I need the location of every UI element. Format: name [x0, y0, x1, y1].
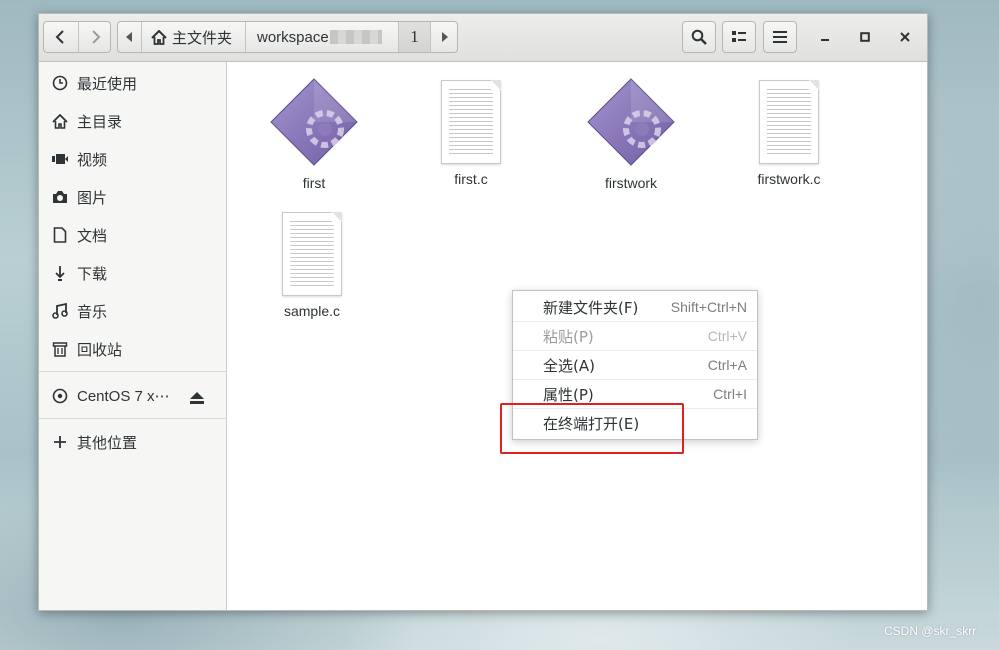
- annotation-highlight-box: [500, 403, 684, 454]
- file-item[interactable]: first: [254, 77, 374, 191]
- sidebar: 最近使用 主目录 视频 图片 文档 下载 音乐 回收站 CentOS 7 x⋯ …: [39, 62, 227, 610]
- header-bar: 主文件夹 workspace 1: [39, 14, 927, 62]
- menu-item-shortcut: Ctrl+A: [707, 357, 747, 373]
- minimize-button[interactable]: [812, 24, 838, 50]
- sidebar-item-downloads[interactable]: 下载: [51, 259, 107, 287]
- camera-icon: [51, 188, 69, 206]
- home-icon: [51, 112, 69, 130]
- trash-icon: [51, 340, 69, 358]
- sidebar-item-label: 下载: [77, 264, 108, 283]
- menu-item-shortcut: Shift+Ctrl+N: [670, 299, 747, 315]
- path-segment-label: 主文件夹: [172, 28, 233, 47]
- chevron-right-icon: [91, 30, 100, 44]
- sidebar-item-pictures[interactable]: 图片: [51, 183, 107, 211]
- file-name: sample.c: [283, 303, 341, 319]
- executable-icon: [270, 78, 358, 166]
- sidebar-item-other-locations[interactable]: 其他位置: [51, 428, 137, 456]
- sidebar-item-videos[interactable]: 视频: [51, 145, 107, 173]
- sidebar-item-label: CentOS 7 x⋯: [77, 388, 170, 405]
- path-scroll-right[interactable]: [431, 22, 457, 52]
- sidebar-item-documents[interactable]: 文档: [51, 221, 107, 249]
- text-file-icon: [441, 80, 501, 164]
- menu-item-shortcut: Ctrl+V: [707, 328, 747, 344]
- sidebar-item-label: 最近使用: [77, 74, 138, 93]
- sidebar-item-trash[interactable]: 回收站: [51, 335, 122, 363]
- redacted-mosaic: [329, 30, 382, 44]
- clock-icon: [51, 74, 69, 92]
- menu-item-new-folder[interactable]: 新建文件夹(F) Shift+Ctrl+N: [513, 293, 757, 322]
- search-button[interactable]: [682, 21, 716, 53]
- menu-item-label: 全选(A): [543, 356, 595, 375]
- sidebar-item-label: 回收站: [77, 340, 123, 359]
- view-toggle-button[interactable]: [722, 21, 756, 53]
- chevron-left-icon: [55, 30, 64, 44]
- path-scroll-left[interactable]: [118, 22, 142, 52]
- menu-button[interactable]: [763, 21, 797, 53]
- file-name: firstwork: [604, 175, 658, 191]
- sidebar-item-label: 其他位置: [77, 433, 138, 452]
- eject-button[interactable]: [190, 389, 206, 404]
- file-name: first.c: [454, 171, 488, 187]
- close-icon: [900, 32, 910, 42]
- video-icon: [51, 150, 69, 168]
- eject-icon: [190, 392, 204, 404]
- sidebar-separator: [39, 418, 227, 419]
- minimize-icon: [821, 39, 829, 41]
- maximize-icon: [860, 32, 870, 42]
- search-icon: [691, 29, 707, 45]
- executable-icon: [587, 78, 675, 166]
- triangle-left-icon: [126, 32, 132, 42]
- hamburger-menu-icon: [773, 31, 787, 43]
- download-icon: [51, 264, 69, 282]
- file-item[interactable]: firstwork: [571, 77, 691, 191]
- menu-item-shortcut: Ctrl+I: [713, 386, 747, 402]
- sidebar-item-label: 文档: [77, 226, 108, 245]
- menu-item-label: 属性(P): [543, 385, 594, 404]
- document-icon: [51, 226, 69, 244]
- plus-icon: [51, 433, 69, 451]
- disc-icon: [51, 387, 69, 405]
- file-item[interactable]: first.c: [411, 77, 531, 187]
- path-bar: 主文件夹 workspace 1: [117, 21, 458, 53]
- path-segment-current[interactable]: 1: [399, 22, 431, 52]
- close-button[interactable]: [892, 24, 918, 50]
- menu-item-label: 粘贴(P): [543, 327, 594, 346]
- file-manager-window: 主文件夹 workspace 1 最近使用 主目录 视频 图片 文档 下载 音乐…: [38, 13, 928, 611]
- forward-button[interactable]: [78, 22, 111, 52]
- nav-button-group: [43, 21, 111, 53]
- maximize-button[interactable]: [852, 24, 878, 50]
- sidebar-item-label: 主目录: [77, 112, 123, 131]
- path-segment-home[interactable]: 主文件夹: [142, 22, 246, 52]
- file-item[interactable]: firstwork.c: [729, 77, 849, 187]
- back-button[interactable]: [44, 22, 79, 52]
- sidebar-item-home[interactable]: 主目录: [51, 107, 122, 135]
- list-view-icon: [732, 31, 746, 42]
- sidebar-separator: [39, 371, 227, 372]
- file-name: firstwork.c: [757, 171, 821, 187]
- music-icon: [51, 302, 69, 320]
- watermark-text: CSDN @skr_skrr: [884, 624, 977, 638]
- path-segment-label: 1: [410, 27, 419, 46]
- text-file-icon: [282, 212, 342, 296]
- menu-item-select-all[interactable]: 全选(A) Ctrl+A: [513, 351, 757, 380]
- sidebar-item-music[interactable]: 音乐: [51, 297, 107, 325]
- text-file-icon: [759, 80, 819, 164]
- path-segment-workspace[interactable]: workspace: [246, 22, 399, 52]
- home-icon: [151, 29, 167, 45]
- file-item[interactable]: sample.c: [252, 209, 372, 319]
- sidebar-item-label: 图片: [77, 188, 108, 207]
- sidebar-item-recent[interactable]: 最近使用: [51, 69, 137, 97]
- sidebar-item-label: 音乐: [77, 302, 108, 321]
- triangle-right-icon: [441, 32, 448, 42]
- sidebar-item-label: 视频: [77, 150, 108, 169]
- file-name: first: [302, 175, 326, 191]
- path-segment-label: workspace: [257, 28, 329, 46]
- menu-item-label: 新建文件夹(F): [543, 298, 639, 317]
- menu-item-paste[interactable]: 粘贴(P) Ctrl+V: [513, 322, 757, 351]
